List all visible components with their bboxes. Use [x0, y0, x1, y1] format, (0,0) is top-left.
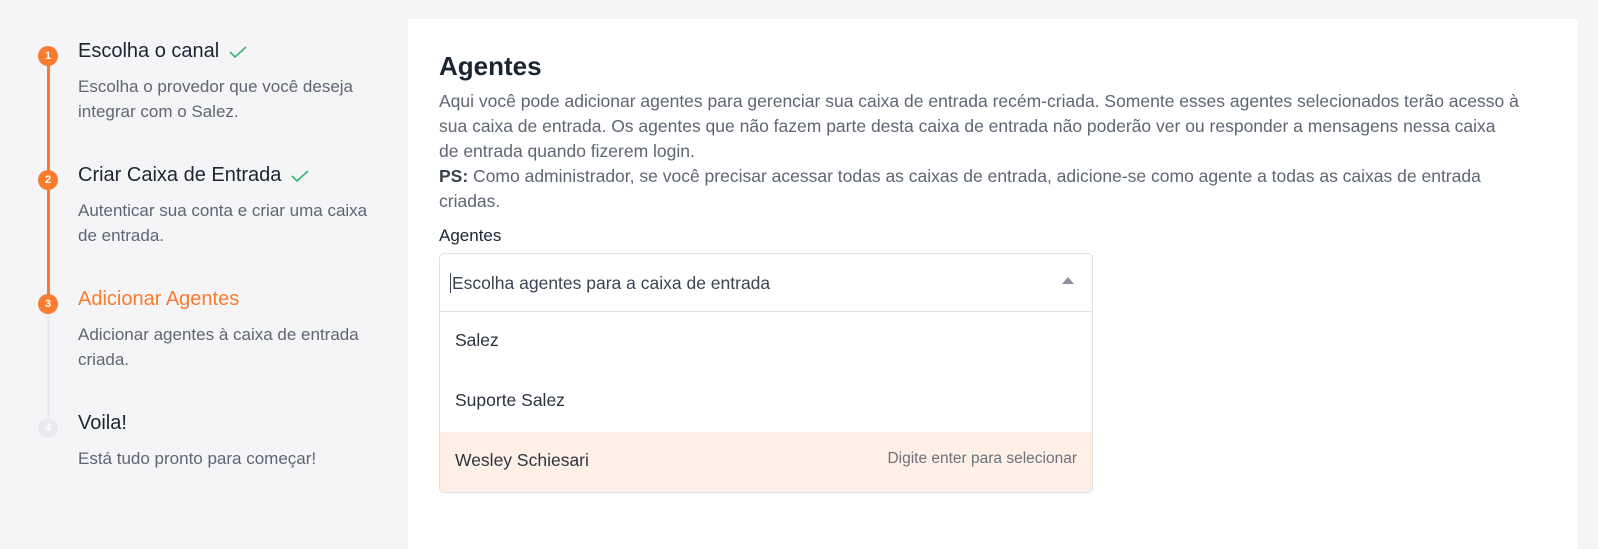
- ps-text: Como administrador, se você precisar ace…: [439, 166, 1481, 211]
- select-hint: Digite enter para selecionar: [887, 450, 1077, 467]
- page-title: Agentes: [439, 51, 542, 81]
- step-title: Adicionar Agentes: [78, 288, 239, 311]
- agent-option-label: Suporte Salez: [455, 390, 565, 410]
- step-title: Escolha o canal: [78, 40, 247, 63]
- step-title: Criar Caixa de Entrada: [78, 164, 309, 187]
- agent-option[interactable]: Suporte Salez: [440, 372, 1092, 432]
- main-panel: Agentes Aqui você pode adicionar agentes…: [408, 19, 1578, 549]
- step-description: Escolha o provedor que você deseja integ…: [78, 77, 354, 121]
- ps-label: PS:: [439, 166, 469, 186]
- page-description: Aqui você pode adicionar agentes para ge…: [439, 89, 1519, 214]
- step-description: Está tudo pronto para começar!: [78, 449, 317, 468]
- step-title-text: Voila!: [78, 412, 127, 434]
- step-number-badge: 4: [38, 418, 58, 438]
- description-text: Aqui você pode adicionar agentes para ge…: [439, 91, 1519, 161]
- caret-up-icon[interactable]: [1062, 277, 1074, 284]
- agent-option-label: Wesley Schiesari: [455, 450, 589, 470]
- agents-field-label: Agentes: [439, 226, 502, 245]
- step-description: Adicionar agentes à caixa de entrada cri…: [78, 325, 359, 369]
- agent-option[interactable]: Salez: [440, 312, 1092, 372]
- step-number-badge: 3: [38, 294, 58, 314]
- step-connector: [47, 186, 50, 298]
- step-title-text: Escolha o canal: [78, 40, 220, 62]
- step-connector: [47, 310, 50, 422]
- agents-search-input[interactable]: Escolha agentes para a caixa de entrada: [450, 273, 770, 293]
- agent-option-label: Salez: [455, 330, 499, 350]
- step-title-text: Criar Caixa de Entrada: [78, 164, 282, 186]
- agent-option-highlighted[interactable]: Wesley Schiesari Digite enter para selec…: [440, 432, 1092, 492]
- step-connector: [47, 62, 50, 174]
- step-title-text: Adicionar Agentes: [78, 288, 240, 310]
- agents-select-input-area[interactable]: Escolha agentes para a caixa de entrada: [440, 254, 1092, 312]
- step-title: Voila!: [78, 412, 127, 435]
- step-number-badge: 2: [38, 170, 58, 190]
- step-description: Autenticar sua conta e criar uma caixa d…: [78, 201, 368, 245]
- check-icon: [291, 169, 309, 182]
- agents-multiselect[interactable]: Escolha agentes para a caixa de entrada …: [439, 253, 1093, 493]
- steps-sidebar: 1 Escolha o canal Escolha o provedor que…: [0, 0, 408, 543]
- step-number-badge: 1: [38, 46, 58, 66]
- check-icon: [229, 45, 247, 58]
